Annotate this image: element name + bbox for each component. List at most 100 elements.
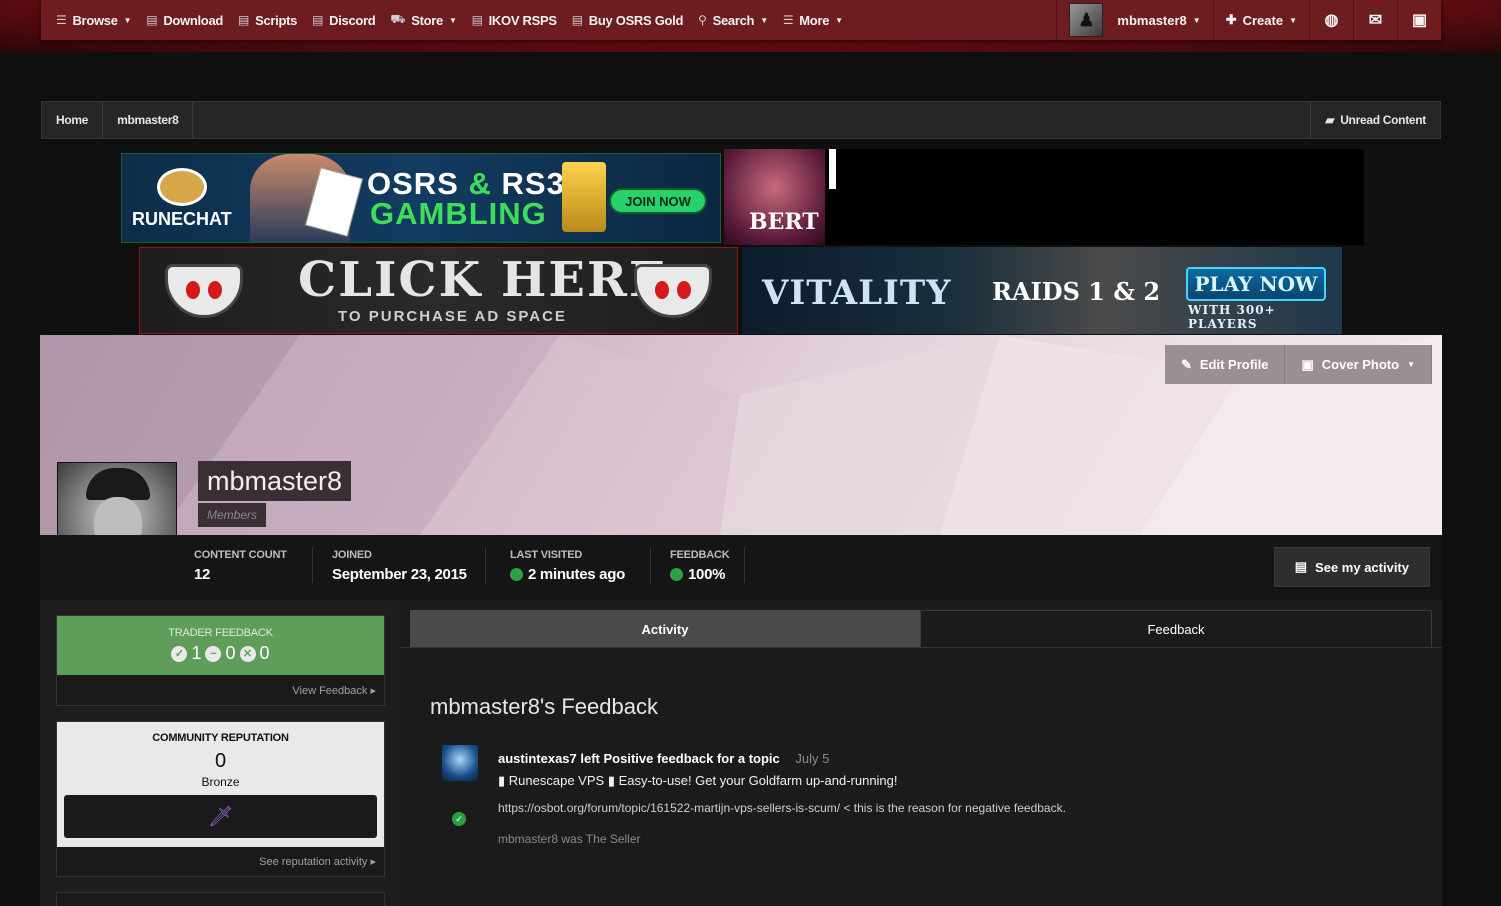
chevron-down-icon: ▼: [123, 15, 132, 25]
gallery-button[interactable]: ▣: [1397, 0, 1441, 40]
globe-button[interactable]: ◍: [1309, 0, 1353, 40]
profile-name: mbmaster8: [198, 461, 352, 501]
profile-sidebar: TRADER FEEDBACK ✓ 1 −0 ✕ 0 View Feedback ▸…: [40, 600, 400, 906]
view-feedback-link[interactable]: View Feedback ▸: [57, 675, 384, 697]
folder-icon: ▰: [1325, 113, 1335, 127]
tab-activity[interactable]: Activity: [410, 610, 920, 648]
page-title: mbmaster8's Feedback: [430, 694, 658, 719]
check-circle-icon: [670, 568, 683, 581]
ad-bert-text: BERT: [749, 209, 819, 235]
ad-play-now-button[interactable]: PLAY NOW: [1186, 267, 1326, 301]
chevron-down-icon: ▼: [835, 15, 843, 25]
gold-coins-icon: [562, 162, 606, 232]
reputation-title: COMMUNITY REPUTATION: [152, 732, 289, 744]
chat-icon: ✉: [1368, 12, 1383, 29]
reputation-value: 0: [214, 750, 227, 772]
stat-content-count: CONTENT COUNT 12: [194, 549, 287, 583]
nav-user-area: ♟ mbmaster8 ▼ ✚ Create ▼ ◍ ✉ ▣: [1056, 0, 1441, 40]
feedback-topic-link[interactable]: ▮ Runescape VPS ▮ Easy-to-use! Get your …: [498, 773, 898, 789]
document-icon: ▤: [238, 13, 250, 27]
chevron-down-icon: ▼: [1192, 15, 1201, 25]
nav-buy-osrs-gold[interactable]: ▤ Buy OSRS Gold: [557, 0, 684, 40]
server-icon: ▮: [607, 773, 615, 788]
nav-store[interactable]: ⛟ Store ▼: [375, 0, 456, 40]
ad-click-here: CLICK HERE: [298, 252, 668, 308]
main-navbar: ☰ Browse ▼ ▤ Download ▤ Scripts ▤ Discord ⛟ St…: [41, 0, 1441, 40]
trader-feedback-title: TRADER FEEDBACK: [168, 627, 273, 639]
breadcrumb-home[interactable]: Home: [42, 102, 104, 138]
edit-profile-button[interactable]: ✎ Edit Profile: [1164, 345, 1286, 384]
ad-blank: [825, 149, 1364, 245]
document-icon: ▤: [571, 13, 583, 27]
chevron-down-icon: ▼: [1407, 360, 1415, 369]
cover-actions: ✎ Edit Profile ▣ Cover Photo ▼: [1164, 345, 1432, 384]
avatar: ♟: [1069, 3, 1104, 37]
chevron-right-icon: ▸: [370, 685, 376, 697]
breadcrumb: Home mbmaster8 ▰ Unread Content: [41, 101, 1441, 139]
runechat-logo: [157, 168, 207, 206]
chevron-down-icon: ▼: [448, 15, 457, 25]
feedback-author[interactable]: austintexas7: [498, 751, 577, 766]
reputation-badge: 🗡: [64, 795, 377, 838]
x-circle-icon: ✕: [239, 645, 256, 662]
image-icon: ▣: [1411, 12, 1428, 29]
chevron-right-icon: ▸: [370, 856, 376, 868]
list-icon: ☰: [782, 13, 794, 27]
dagger-icon: 🗡: [207, 806, 234, 828]
user-menu[interactable]: ♟ mbmaster8 ▼: [1056, 0, 1212, 40]
check-circle-icon: ✓: [452, 812, 466, 826]
profile-main: Activity Feedback mbmaster8's Feedback ✓…: [400, 600, 1442, 906]
cart-icon: ⛟: [390, 12, 406, 26]
profile-tabs: Activity Feedback: [410, 610, 1432, 648]
newspaper-icon: ▤: [1294, 559, 1308, 574]
nav-scripts[interactable]: ▤ Scripts: [223, 0, 297, 40]
ad-players-text: WITH 300+ PLAYERS: [1188, 303, 1276, 331]
create-button[interactable]: ✚ Create ▼: [1212, 0, 1309, 40]
stat-joined: JOINED September 23, 2015: [332, 549, 467, 583]
document-icon: ▤: [146, 13, 158, 27]
chevron-down-icon: ▼: [760, 15, 768, 25]
server-icon: ▮: [498, 773, 506, 788]
ad-purchase-text: TO PURCHASE AD SPACE: [338, 308, 567, 325]
nav-ikov-rsps[interactable]: ▤ IKOV RSPS: [457, 0, 557, 40]
reputation-activity-link[interactable]: See reputation activity ▸: [57, 847, 384, 868]
ad-vitality-logo: VITALITY: [762, 273, 952, 313]
feedback-counts: ✓ 1 −0 ✕ 0: [171, 643, 270, 664]
ad-runechat[interactable]: RUNECHAT OSRS & RS3 GAMBLING JOIN NOW: [121, 153, 721, 243]
cover-photo-button[interactable]: ▣ Cover Photo ▼: [1285, 345, 1432, 384]
tab-feedback[interactable]: Feedback: [920, 610, 1432, 648]
minus-circle-icon: −: [205, 645, 222, 662]
profile-group: Members: [198, 503, 267, 527]
check-circle-icon: ✓: [171, 645, 188, 662]
nav-browse[interactable]: ☰ Browse ▼: [41, 0, 132, 40]
see-activity-button[interactable]: ▤ See my activity: [1273, 547, 1430, 587]
robot-icon: [634, 264, 712, 318]
nav-more[interactable]: ☰ More ▼: [768, 0, 843, 40]
ad-purchase-space[interactable]: CLICK HERE TO PURCHASE AD SPACE: [139, 247, 738, 334]
unread-content-link[interactable]: ▰ Unread Content: [1310, 102, 1440, 138]
messages-button[interactable]: ✉: [1353, 0, 1397, 40]
online-status-icon: [510, 568, 523, 581]
document-icon: ▤: [312, 13, 324, 27]
feedback-comment: https://osbot.org/forum/topic/161522-mar…: [498, 801, 1066, 815]
breadcrumb-profile[interactable]: mbmaster8: [103, 102, 194, 138]
stat-feedback: FEEDBACK 100%: [670, 549, 730, 583]
plus-icon: ✚: [1225, 12, 1237, 27]
nav-discord[interactable]: ▤ Discord: [297, 0, 376, 40]
nav-download[interactable]: ▤ Download: [131, 0, 223, 40]
user-name: mbmaster8: [1117, 12, 1187, 28]
ad-runechat-brand: RUNECHAT: [132, 209, 232, 229]
avatar[interactable]: [442, 745, 478, 781]
ad-join-now-button[interactable]: JOIN NOW: [609, 188, 707, 214]
reputation-rank: Bronze: [201, 775, 240, 789]
robot-icon: [165, 264, 243, 318]
chevron-down-icon: ▼: [1289, 15, 1297, 25]
ad-vitality[interactable]: VITALITY RAIDS 1 & 2 PLAY NOW WITH 300+ …: [742, 247, 1342, 334]
search-icon: ⚲: [698, 13, 707, 27]
profile-stats: CONTENT COUNT 12 JOINED September 23, 20…: [40, 535, 1442, 600]
nav-search[interactable]: ⚲ Search ▼: [683, 0, 768, 40]
ad-bert[interactable]: BERT: [724, 149, 825, 245]
trader-feedback-card: TRADER FEEDBACK ✓ 1 −0 ✕ 0 View Feedback ▸: [56, 615, 385, 706]
stat-last-visited: LAST VISITED 2 minutes ago: [510, 549, 625, 583]
reputation-card: COMMUNITY REPUTATION 0 Bronze 🗡 See repu…: [56, 721, 385, 877]
